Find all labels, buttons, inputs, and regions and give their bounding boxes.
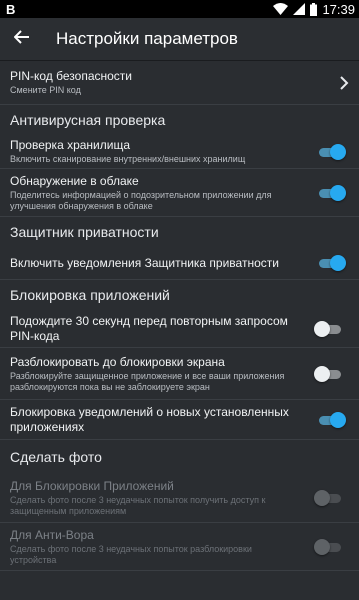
section-antivirus: Антивирусная проверка <box>10 112 166 128</box>
settings-list: PIN-код безопасности Смените PIN код Ант… <box>0 61 359 571</box>
signal-icon <box>293 3 306 15</box>
section-app-lock: Блокировка приложений <box>10 287 170 303</box>
item-subtitle: Разблокируйте защищенное приложение и вс… <box>10 370 285 392</box>
chevron-right-icon <box>339 75 349 96</box>
item-title: Включить уведомления Защитника приватнос… <box>10 255 279 270</box>
item-subtitle: Поделитесь информацией о подозрительном … <box>10 189 272 211</box>
item-title: Блокировка уведомлений о новых установле… <box>10 404 289 434</box>
notify-new-apps-item[interactable]: Блокировка уведомлений о новых установле… <box>0 400 359 440</box>
unlock-until-screen-lock-toggle[interactable] <box>314 365 343 382</box>
item-title: PIN-код безопасности <box>10 69 132 83</box>
photo-app-lock-item[interactable]: Для Блокировки Приложений Сделать фото п… <box>0 473 359 523</box>
status-time: 17:39 <box>322 1 355 17</box>
item-subtitle: Сделать фото после 3 неудачных попыток р… <box>10 543 252 565</box>
privacy-notify-item[interactable]: Включить уведомления Защитника приватнос… <box>0 247 359 280</box>
item-title: Для Анти-Вора <box>10 527 94 542</box>
storage-scan-toggle[interactable] <box>317 143 346 160</box>
battery-icon <box>310 2 318 16</box>
wait-30-seconds-toggle[interactable] <box>314 320 343 337</box>
status-left-label: B <box>6 1 16 17</box>
photo-anti-theft-item[interactable]: Для Анти-Вора Сделать фото после 3 неуда… <box>0 523 359 571</box>
photo-anti-theft-toggle[interactable] <box>314 538 343 555</box>
wait-30-seconds-item[interactable]: Подождите 30 секунд перед повторным запр… <box>0 310 359 348</box>
status-bar: B 17:39 <box>0 0 359 18</box>
toggle-thumb <box>314 320 330 337</box>
pin-code-item[interactable]: PIN-код безопасности Смените PIN код <box>0 61 359 105</box>
notify-new-apps-toggle[interactable] <box>317 411 346 428</box>
cloud-detection-item[interactable]: Обнаружение в облаке Поделитесь информац… <box>0 169 359 217</box>
cloud-detection-toggle[interactable] <box>317 184 346 201</box>
item-subtitle: Сделать фото после 3 неудачных попыток п… <box>10 494 266 516</box>
item-title: Подождите 30 секунд перед повторным запр… <box>10 313 288 343</box>
toggle-thumb <box>330 255 346 271</box>
item-subtitle: Смените PIN код <box>10 85 81 95</box>
item-title: Разблокировать до блокировки экрана <box>10 354 225 369</box>
storage-scan-item[interactable]: Проверка хранилища Включить сканирование… <box>0 135 359 169</box>
toggle-thumb <box>330 184 346 201</box>
section-privacy: Защитник приватности <box>10 224 159 240</box>
item-title: Проверка хранилища <box>10 138 131 152</box>
wifi-icon <box>273 3 289 15</box>
app-bar: Настройки параметров <box>0 18 359 61</box>
toggle-thumb <box>314 365 330 382</box>
arrow-left-icon <box>13 29 30 49</box>
toggle-thumb <box>330 143 346 160</box>
page-title: Настройки параметров <box>56 29 238 48</box>
toggle-thumb <box>314 489 330 506</box>
item-title: Обнаружение в облаке <box>10 173 139 188</box>
section-photo: Сделать фото <box>10 448 102 465</box>
back-button[interactable] <box>2 18 42 60</box>
item-title: Для Блокировки Приложений <box>10 478 174 493</box>
toggle-thumb <box>314 538 330 555</box>
privacy-notify-toggle[interactable] <box>317 255 346 271</box>
item-subtitle: Включить сканирование внутренних/внешних… <box>10 154 246 164</box>
status-right: 17:39 <box>273 2 355 17</box>
photo-app-lock-toggle[interactable] <box>314 489 343 506</box>
unlock-until-screen-lock-item[interactable]: Разблокировать до блокировки экрана Разб… <box>0 348 359 400</box>
toggle-thumb <box>330 411 346 428</box>
